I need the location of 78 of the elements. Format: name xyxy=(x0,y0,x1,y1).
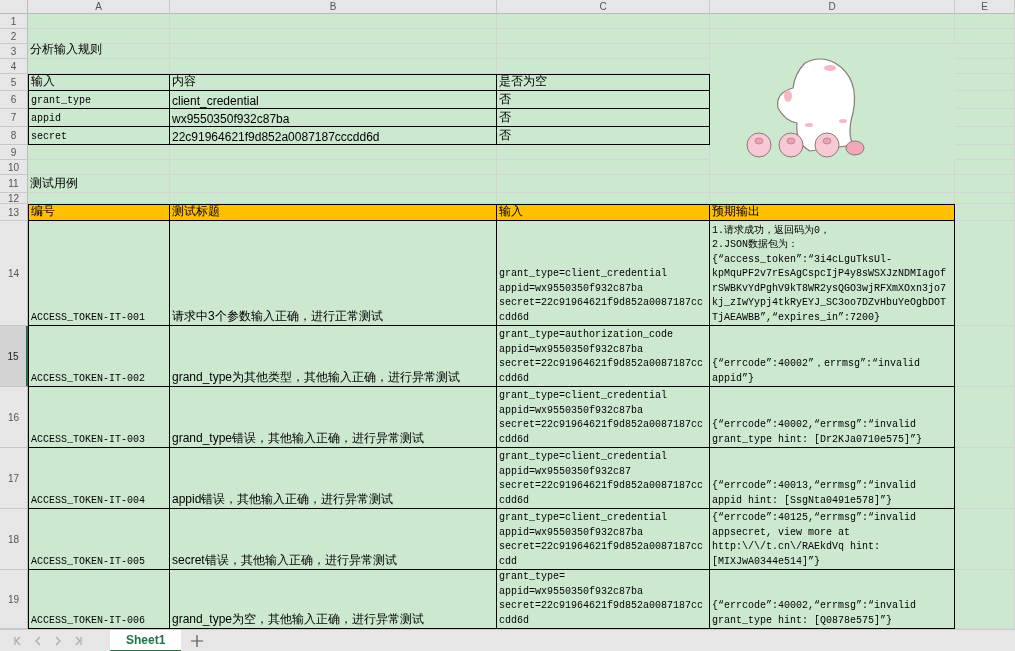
section-title: 测试用例 xyxy=(28,175,170,193)
row-header[interactable]: 6 xyxy=(0,91,28,109)
column-header-cell: 输入 xyxy=(497,204,710,221)
column-header-cell: 编号 xyxy=(28,204,170,221)
empty-cell[interactable] xyxy=(497,59,710,74)
column-header[interactable]: A xyxy=(28,0,170,14)
row-header[interactable]: 15 xyxy=(0,326,28,387)
table-cell: grand_type为其他类型，其他输入正确，进行异常测试 xyxy=(170,326,497,387)
table-cell: {“errcode”:40002”，errmsg”:“invalid appid”} xyxy=(710,326,955,387)
column-header[interactable]: C xyxy=(497,0,710,14)
empty-cell[interactable] xyxy=(170,14,497,29)
column-header[interactable]: B xyxy=(170,0,497,14)
table-cell: 否 xyxy=(497,109,710,127)
row-header[interactable]: 8 xyxy=(0,127,28,145)
table-cell: {“errcode”:40002,“errmsg”:“invalid grant_type hint: [Dr2KJa0710e575]”} xyxy=(710,387,955,448)
row-header[interactable]: 9 xyxy=(0,145,28,160)
row-header[interactable]: 16 xyxy=(0,387,28,448)
section-title: 分析输入规则 xyxy=(28,44,170,59)
row-header[interactable]: 13 xyxy=(0,204,28,221)
column-header[interactable]: D xyxy=(710,0,955,14)
row-header[interactable]: 3 xyxy=(0,44,28,59)
empty-cell[interactable] xyxy=(955,448,1015,509)
column-header-cell: 测试标题 xyxy=(170,204,497,221)
table-cell: ACCESS_TOKEN-IT-004 xyxy=(28,448,170,509)
empty-cell[interactable] xyxy=(955,193,1015,204)
row-header[interactable]: 14 xyxy=(0,221,28,326)
row-header[interactable]: 18 xyxy=(0,509,28,570)
column-header[interactable]: E xyxy=(955,0,1015,14)
empty-cell[interactable] xyxy=(170,145,497,160)
table-cell: 否 xyxy=(497,91,710,109)
empty-cell[interactable] xyxy=(955,221,1015,326)
table-cell: ACCESS_TOKEN-IT-002 xyxy=(28,326,170,387)
empty-cell[interactable] xyxy=(170,59,497,74)
first-sheet-icon[interactable] xyxy=(14,636,22,646)
row-header[interactable]: 19 xyxy=(0,570,28,629)
column-header-cell: 内容 xyxy=(170,74,497,91)
empty-cell[interactable] xyxy=(710,14,955,29)
last-sheet-icon[interactable] xyxy=(74,636,82,646)
table-cell: wx9550350f932c87ba xyxy=(170,109,497,127)
previous-sheet-icon[interactable] xyxy=(34,636,42,646)
empty-cell[interactable] xyxy=(955,14,1015,29)
column-header-cell: 输入 xyxy=(28,74,170,91)
empty-cell[interactable] xyxy=(955,387,1015,448)
row-header[interactable]: 4 xyxy=(0,59,28,74)
row-header[interactable]: 5 xyxy=(0,74,28,91)
table-cell: 否 xyxy=(497,127,710,145)
row-header[interactable]: 10 xyxy=(0,160,28,175)
column-header-cell: 预期输出 xyxy=(710,204,955,221)
table-cell: grand_type错误，其他输入正确，进行异常测试 xyxy=(170,387,497,448)
table-cell: appid xyxy=(28,109,170,127)
table-cell: ACCESS_TOKEN-IT-003 xyxy=(28,387,170,448)
table-cell: 1.请求成功，返回码为0， 2.JSON数据包为： {“access_token”:“3i4cLguTksUl- kpMquPF2v7rEsAgCspcIjP4y8sWSXJzNDMIagof rSWBKvYdPghV9kT8WR2ysQGO3wjRFXmXOxn3jo7 kj_zIwYypj4tkRyEYJ_SC3oo7DZvHbuYeOgbDOT TjAEAWBB”,“expires_in”:7200} xyxy=(710,221,955,326)
table-cell: grant_type xyxy=(28,91,170,109)
table-cell: ACCESS_TOKEN-IT-001 xyxy=(28,221,170,326)
empty-cell[interactable] xyxy=(955,509,1015,570)
add-sheet-icon[interactable] xyxy=(191,635,204,647)
select-all-corner[interactable] xyxy=(0,0,28,14)
table-cell: secret xyxy=(28,127,170,145)
row-header[interactable]: 17 xyxy=(0,448,28,509)
empty-cell[interactable] xyxy=(497,14,710,29)
table-cell: appid错误，其他输入正确，进行异常测试 xyxy=(170,448,497,509)
row-header[interactable]: 11 xyxy=(0,175,28,193)
table-cell: 22c91964621f9d852a0087187cccdd6d xyxy=(170,127,497,145)
row-header[interactable]: 2 xyxy=(0,29,28,44)
row-header[interactable]: 7 xyxy=(0,109,28,127)
empty-cell[interactable] xyxy=(497,145,710,160)
column-header-cell: 是否为空 xyxy=(497,74,710,91)
table-cell: 请求中3个参数输入正确，进行正常测试 xyxy=(170,221,497,326)
table-cell: secret错误，其他输入正确，进行异常测试 xyxy=(170,509,497,570)
row-header[interactable]: 1 xyxy=(0,14,28,29)
table-cell: ACCESS_TOKEN-IT-005 xyxy=(28,509,170,570)
row-header[interactable]: 12 xyxy=(0,193,28,204)
table-cell: {“errcode”:40013,“errmsg”:“invalid appid hint: [SsgNta0491e578]”} xyxy=(710,448,955,509)
table-cell: {“errcode”:40125,“errmsg”:“invalid appsecret, view more at http:\/\/t.cn\/RAEkdVq hint: [MIXJwA0344e514]”} xyxy=(710,509,955,570)
sheet-tab[interactable]: Sheet1 xyxy=(110,630,182,651)
next-sheet-icon[interactable] xyxy=(54,636,62,646)
table-cell: client_credential xyxy=(170,91,497,109)
empty-cell[interactable] xyxy=(955,326,1015,387)
